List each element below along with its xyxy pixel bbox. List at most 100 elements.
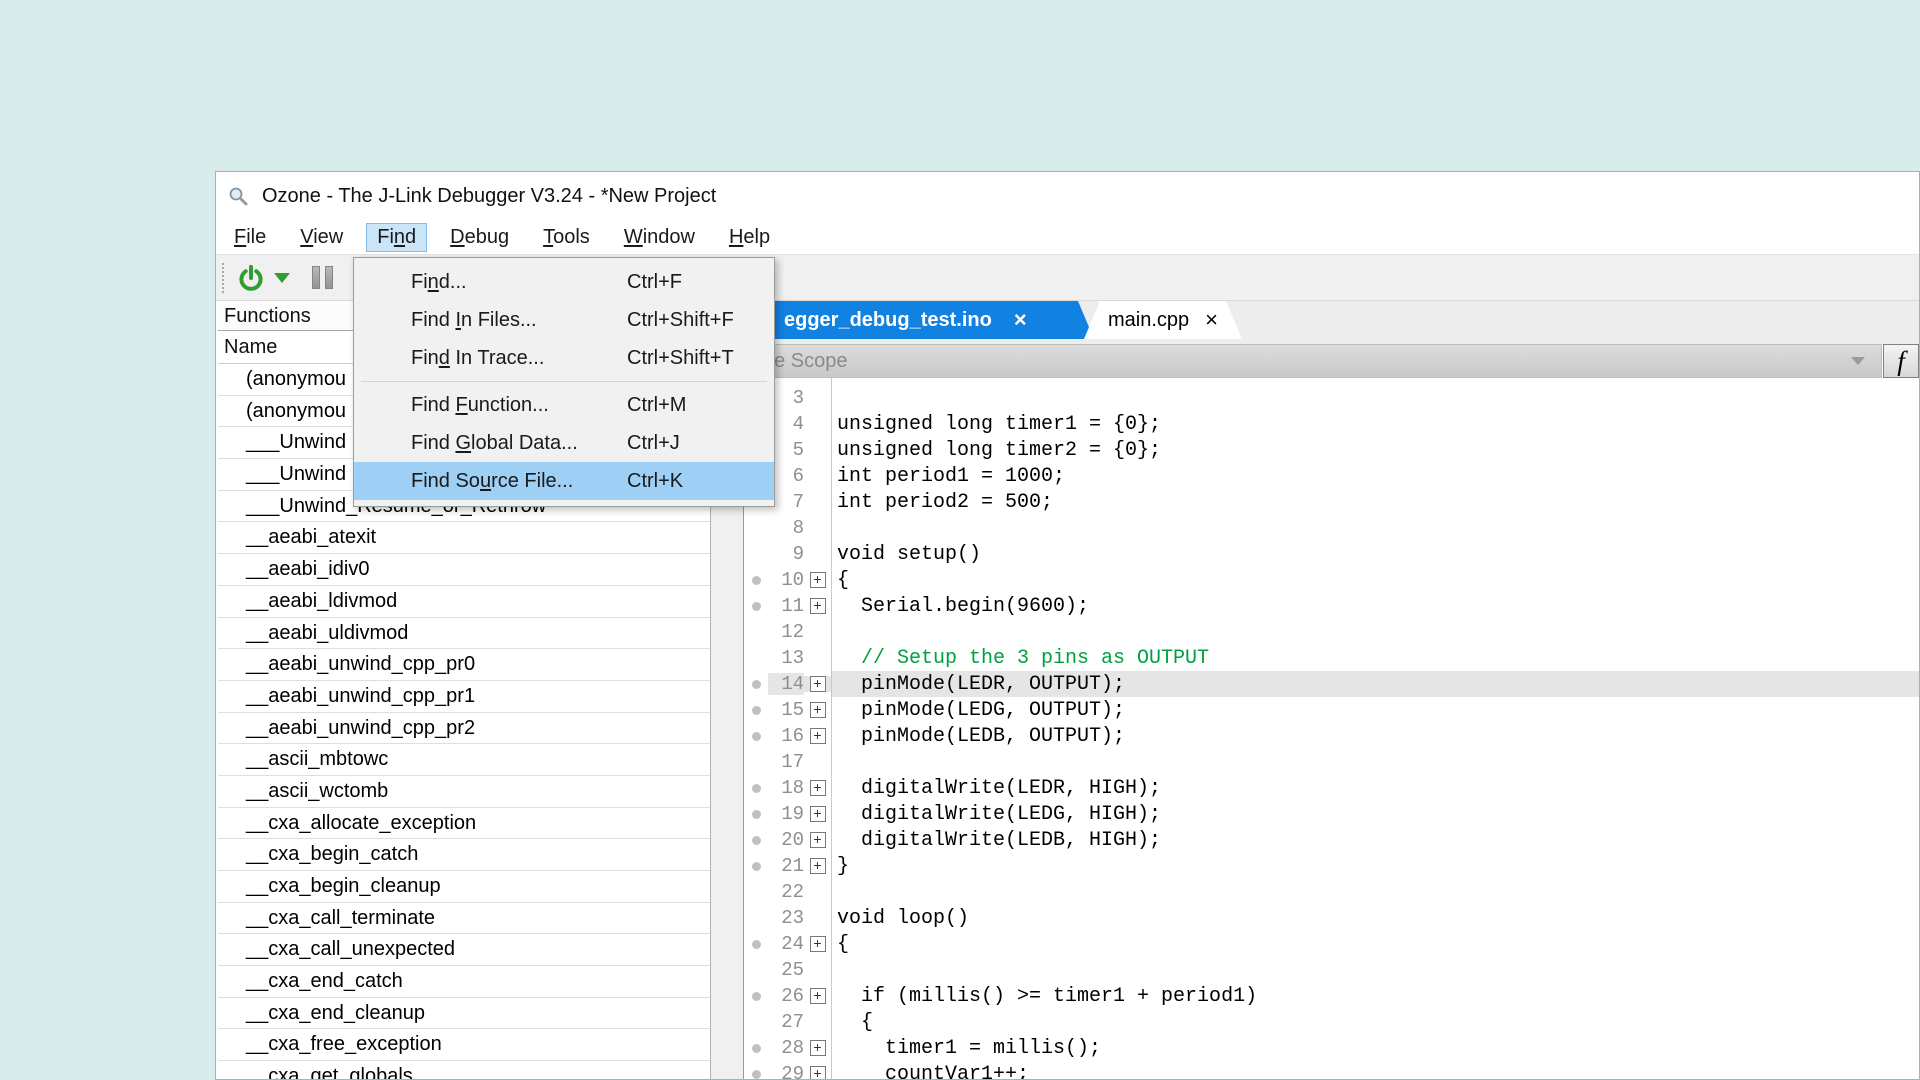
- expand-box-icon[interactable]: +: [810, 936, 826, 952]
- function-list-item[interactable]: __aeabi_unwind_cpp_pr1: [218, 681, 710, 713]
- menubar-item[interactable]: View: [290, 224, 353, 251]
- expand-box-icon[interactable]: +: [810, 1066, 826, 1079]
- breakpoint-gutter[interactable]: [744, 1070, 768, 1079]
- function-list-item[interactable]: __ascii_mbtowc: [218, 744, 710, 776]
- function-list-item[interactable]: __aeabi_uldivmod: [218, 618, 710, 650]
- function-name: __aeabi_ldivmod: [246, 590, 397, 612]
- breakpoint-dot-icon[interactable]: [752, 680, 761, 689]
- code-text: int period1 = 1000;: [831, 463, 1919, 489]
- expand-box-icon[interactable]: +: [810, 858, 826, 874]
- function-list-item[interactable]: __ascii_wctomb: [218, 776, 710, 808]
- breakpoint-gutter[interactable]: [744, 654, 768, 663]
- breakpoint-dot-icon[interactable]: [752, 576, 761, 585]
- expand-cell: +: [804, 962, 831, 978]
- breakpoint-dot-icon[interactable]: [752, 836, 761, 845]
- code-area[interactable]: 3 + 4 + unsigned long timer1 = {0}; 5 + …: [744, 378, 1919, 1079]
- code-text: [831, 749, 1919, 775]
- expand-box-icon[interactable]: +: [810, 988, 826, 1004]
- breakpoint-dot-icon[interactable]: [752, 784, 761, 793]
- function-list-item[interactable]: __cxa_get_globals: [218, 1061, 710, 1079]
- breakpoint-gutter[interactable]: [744, 784, 768, 793]
- breakpoint-dot-icon[interactable]: [752, 706, 761, 715]
- function-list-button[interactable]: f: [1883, 344, 1919, 378]
- breakpoint-gutter[interactable]: [744, 862, 768, 871]
- code-text: digitalWrite(LEDR, HIGH);: [831, 775, 1919, 801]
- tab-close-icon[interactable]: ×: [1014, 307, 1027, 333]
- function-list-item[interactable]: __cxa_end_cleanup: [218, 998, 710, 1030]
- breakpoint-dot-icon[interactable]: [752, 1044, 761, 1053]
- power-dropdown-arrow-icon[interactable]: [274, 273, 290, 283]
- breakpoint-gutter[interactable]: [744, 524, 768, 533]
- expand-box-icon[interactable]: +: [810, 728, 826, 744]
- breakpoint-gutter[interactable]: [744, 992, 768, 1001]
- expand-box-icon[interactable]: +: [810, 598, 826, 614]
- chevron-down-icon[interactable]: [1851, 357, 1865, 365]
- breakpoint-gutter[interactable]: [744, 836, 768, 845]
- expand-box-icon[interactable]: +: [810, 572, 826, 588]
- breakpoint-gutter[interactable]: [744, 602, 768, 611]
- breakpoint-gutter[interactable]: [744, 888, 768, 897]
- menu-item[interactable]: Find Global Data... Ctrl+J: [354, 424, 774, 462]
- breakpoint-gutter[interactable]: [744, 1044, 768, 1053]
- breakpoint-gutter[interactable]: [744, 576, 768, 585]
- breakpoint-dot-icon[interactable]: [752, 810, 761, 819]
- tab-debug-test-ino[interactable]: egger_debug_test.ino ×: [744, 301, 1094, 339]
- function-list-item[interactable]: __cxa_end_catch: [218, 966, 710, 998]
- function-list-item[interactable]: __aeabi_idiv0: [218, 554, 710, 586]
- breakpoint-dot-icon[interactable]: [752, 1070, 761, 1079]
- breakpoint-dot-icon[interactable]: [752, 992, 761, 1001]
- menubar-item[interactable]: Debug: [440, 224, 519, 251]
- breakpoint-gutter[interactable]: [744, 914, 768, 923]
- menu-item[interactable]: Find In Files... Ctrl+Shift+F: [354, 301, 774, 339]
- file-scope-dropdown[interactable]: File Scope: [744, 344, 1882, 378]
- function-list-item[interactable]: __cxa_call_terminate: [218, 903, 710, 935]
- function-list-item[interactable]: __aeabi_ldivmod: [218, 586, 710, 618]
- tab-close-icon[interactable]: ×: [1205, 307, 1218, 333]
- breakpoint-dot-icon[interactable]: [752, 862, 761, 871]
- breakpoint-dot-icon[interactable]: [752, 602, 761, 611]
- function-list-item[interactable]: __cxa_call_unexpected: [218, 934, 710, 966]
- expand-box-icon[interactable]: +: [810, 780, 826, 796]
- pause-button[interactable]: [312, 266, 333, 289]
- menubar-item[interactable]: Find: [367, 224, 426, 251]
- menubar-item[interactable]: File: [224, 224, 276, 251]
- menu-item[interactable]: Find In Trace... Ctrl+Shift+T: [354, 339, 774, 377]
- function-list-item[interactable]: __aeabi_unwind_cpp_pr0: [218, 649, 710, 681]
- breakpoint-gutter[interactable]: [744, 628, 768, 637]
- line-number: 9: [768, 543, 804, 565]
- function-list-item[interactable]: __cxa_begin_catch: [218, 839, 710, 871]
- menu-item[interactable]: Find Function... Ctrl+M: [354, 386, 774, 424]
- menu-item[interactable]: Find... Ctrl+F: [354, 263, 774, 301]
- menubar-item[interactable]: Help: [719, 224, 780, 251]
- function-list-item[interactable]: __cxa_allocate_exception: [218, 808, 710, 840]
- menu-item[interactable]: Find Source File... Ctrl+K: [354, 462, 774, 500]
- function-list-item[interactable]: __cxa_free_exception: [218, 1029, 710, 1061]
- breakpoint-dot-icon[interactable]: [752, 732, 761, 741]
- code-text: [831, 619, 1919, 645]
- code-text: [831, 515, 1919, 541]
- toolbar-grip-handle[interactable]: [222, 263, 226, 293]
- tab-main-cpp[interactable]: main.cpp ×: [1084, 301, 1242, 339]
- breakpoint-gutter[interactable]: [744, 966, 768, 975]
- power-button[interactable]: [236, 263, 266, 293]
- breakpoint-gutter[interactable]: [744, 550, 768, 559]
- breakpoint-gutter[interactable]: [744, 940, 768, 949]
- function-list-item[interactable]: __cxa_begin_cleanup: [218, 871, 710, 903]
- tab-label: egger_debug_test.ino: [784, 309, 992, 332]
- breakpoint-gutter[interactable]: [744, 810, 768, 819]
- menubar-item[interactable]: Window: [614, 224, 705, 251]
- breakpoint-gutter[interactable]: [744, 732, 768, 741]
- menubar-item[interactable]: Tools: [533, 224, 600, 251]
- expand-box-icon[interactable]: +: [810, 676, 826, 692]
- expand-box-icon[interactable]: +: [810, 1040, 826, 1056]
- breakpoint-gutter[interactable]: [744, 758, 768, 767]
- expand-box-icon[interactable]: +: [810, 806, 826, 822]
- function-list-item[interactable]: __aeabi_unwind_cpp_pr2: [218, 713, 710, 745]
- breakpoint-gutter[interactable]: [744, 1018, 768, 1027]
- function-list-item[interactable]: __aeabi_atexit: [218, 522, 710, 554]
- breakpoint-gutter[interactable]: [744, 680, 768, 689]
- expand-box-icon[interactable]: +: [810, 702, 826, 718]
- breakpoint-dot-icon[interactable]: [752, 940, 761, 949]
- breakpoint-gutter[interactable]: [744, 706, 768, 715]
- expand-box-icon[interactable]: +: [810, 832, 826, 848]
